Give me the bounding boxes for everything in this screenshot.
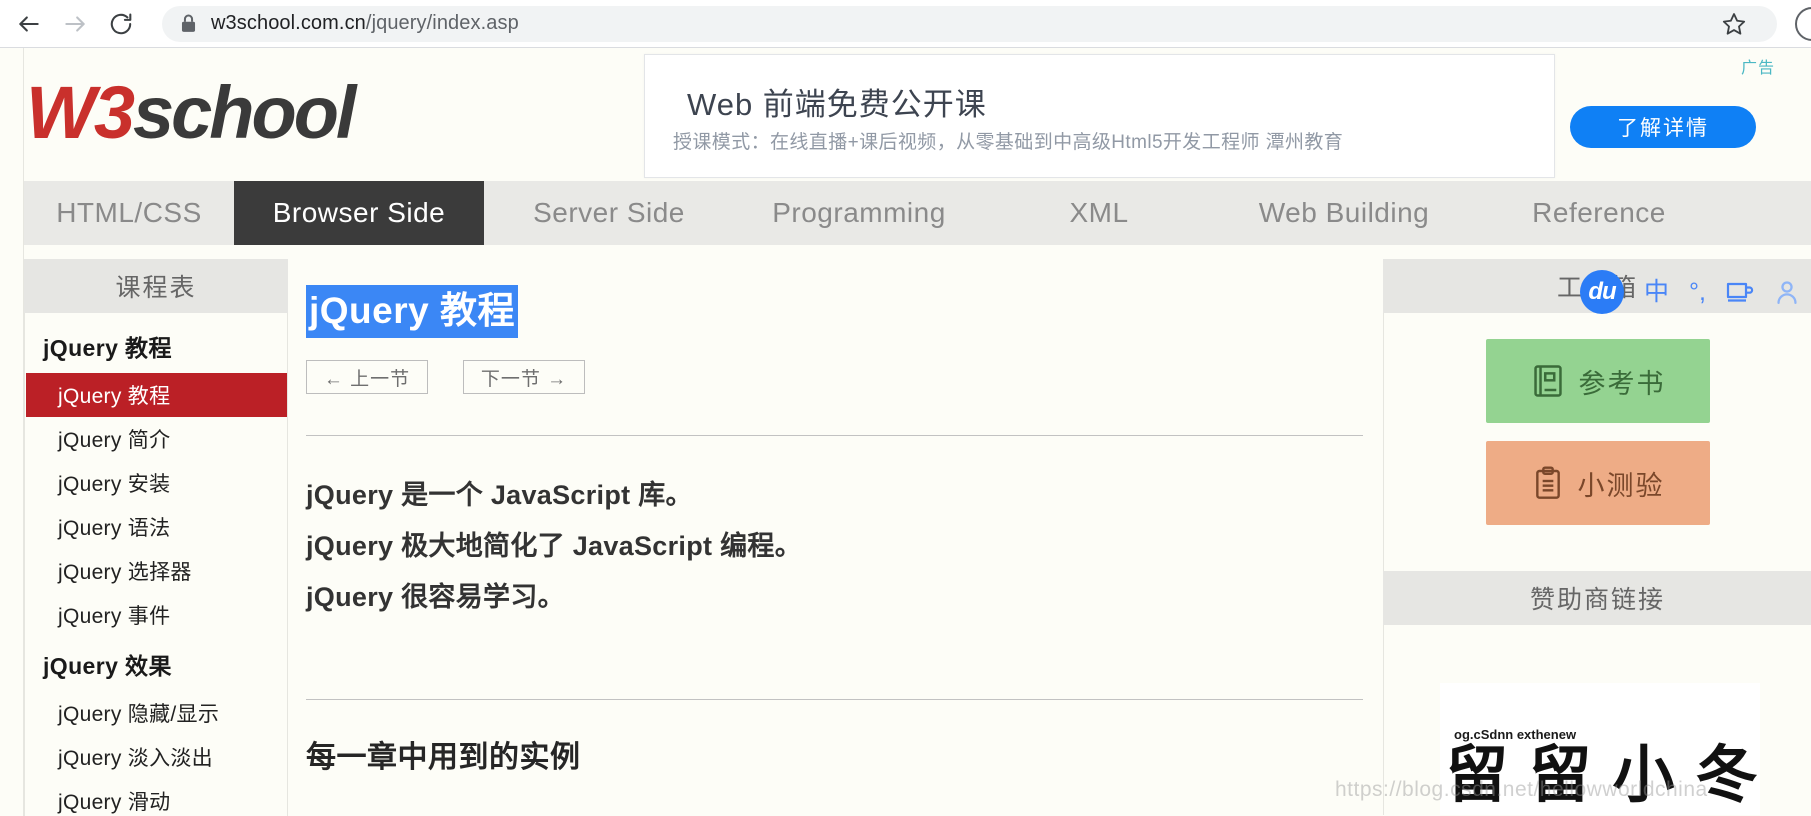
sponsor-banner-image[interactable]: og.cSdnn exthenew 留 留 小 冬: [1440, 683, 1760, 815]
sponsor-banner-small-text: og.cSdnn exthenew: [1454, 727, 1577, 742]
nav-tab-browser-side[interactable]: Browser Side: [234, 181, 484, 245]
profile-avatar[interactable]: [1795, 6, 1811, 41]
browser-reload-button[interactable]: [98, 1, 144, 47]
logo-school-text: school: [133, 71, 356, 154]
toolbox-card-label: 小测验: [1577, 470, 1665, 501]
article-paragraph-2: jQuery 极大地简化了 JavaScript 编程。: [306, 531, 803, 561]
article-paragraph-3: jQuery 很容易学习。: [306, 582, 565, 612]
punctuation-icon[interactable]: °,: [1689, 279, 1706, 305]
back-arrow-icon: [16, 11, 42, 37]
previous-section-button[interactable]: ← 上一节: [306, 360, 428, 394]
article-section-heading: 每一章中用到的实例: [306, 741, 581, 774]
address-bar-url: w3school.com.cn/jquery/index.asp: [211, 12, 519, 35]
browser-back-button[interactable]: [6, 1, 52, 47]
sidebar-item-jquery-selectors[interactable]: jQuery 选择器: [25, 549, 287, 593]
chinese-input-icon[interactable]: 中: [1644, 279, 1669, 305]
sponsor-title: 赞助商链接: [1383, 571, 1811, 625]
ad-title: Web 前端免费公开课: [687, 87, 987, 122]
web-page: W3school Web 前端免费公开课 授课模式：在线直播+课后视频，从零基础…: [0, 48, 1811, 816]
nav-tab-html-css[interactable]: HTML/CSS: [24, 181, 234, 245]
reload-icon: [108, 11, 134, 37]
toolbox-card-label: 参考书: [1578, 368, 1666, 399]
logo-w3-text: W3: [26, 71, 135, 154]
sidebar-title: 课程表: [24, 259, 288, 313]
toolbox-card-reference-book[interactable]: 参考书: [1486, 339, 1710, 423]
pagination-controls: ← 上一节 下一节 →: [306, 360, 585, 394]
right-sidebar: 工具箱 参考书: [1383, 259, 1811, 816]
sidebar-item-jquery-install[interactable]: jQuery 安装: [25, 461, 287, 505]
url-path: /jquery/index.asp: [365, 12, 519, 34]
sidebar-item-jquery-fade[interactable]: jQuery 淡入淡出: [25, 735, 287, 779]
sidebar-item-jquery-syntax[interactable]: jQuery 语法: [25, 505, 287, 549]
lock-icon: [180, 14, 197, 33]
divider-bottom: [306, 699, 1363, 700]
next-section-button[interactable]: 下一节 →: [463, 360, 585, 394]
nav-tab-reference[interactable]: Reference: [1474, 181, 1724, 245]
article-paragraph-1: jQuery 是一个 JavaScript 库。: [306, 480, 693, 510]
nav-tab-xml[interactable]: XML: [984, 181, 1214, 245]
sidebar-item-jquery-slide[interactable]: jQuery 滑动: [25, 779, 287, 816]
baidu-ime-toolbar: du 中 °,: [1580, 270, 1800, 314]
sidebar-item-jquery-hide-show[interactable]: jQuery 隐藏/显示: [25, 691, 287, 735]
toolbox-panel: 参考书 小测验: [1383, 313, 1811, 571]
address-bar[interactable]: w3school.com.cn/jquery/index.asp: [162, 5, 1777, 42]
site-header: W3school Web 前端免费公开课 授课模式：在线直播+课后视频，从零基础…: [24, 48, 1811, 181]
main-navigation: HTML/CSS Browser Side Server Side Progra…: [24, 181, 1811, 245]
ad-label: 广告: [1741, 60, 1776, 77]
divider-top: [306, 435, 1363, 436]
sponsor-links-panel: og.cSdnn exthenew 留 留 小 冬: [1383, 625, 1811, 815]
browser-chrome: w3school.com.cn/jquery/index.asp: [0, 0, 1811, 48]
sidebar-group-jquery-effects: jQuery 效果: [43, 653, 172, 679]
sidebar-item-jquery-events[interactable]: jQuery 事件: [25, 593, 287, 637]
article-column: jQuery 教程 ← 上一节 下一节 → jQuery 是一个 JavaScr…: [288, 245, 1383, 816]
nav-tab-server-side[interactable]: Server Side: [484, 181, 734, 245]
w3school-logo[interactable]: W3school: [26, 76, 356, 150]
clipboard-icon: [1532, 465, 1564, 501]
content-area: 课程表 jQuery 教程 jQuery 教程 jQuery 简介 jQuery…: [24, 245, 1811, 816]
ad-subtitle: 授课模式：在线直播+课后视频，从零基础到中高级Html5开发工程师 潭州教育: [673, 132, 1344, 153]
url-host: w3school.com.cn: [211, 12, 366, 34]
soft-keyboard-icon[interactable]: [1726, 280, 1754, 304]
forward-arrow-icon: [62, 11, 88, 37]
page-title: jQuery 教程: [306, 285, 518, 339]
baidu-logo-icon[interactable]: du: [1580, 270, 1624, 314]
browser-forward-button[interactable]: [52, 1, 98, 47]
sidebar-item-jquery-tutorial[interactable]: jQuery 教程: [26, 373, 287, 417]
sidebar-menu: jQuery 教程 jQuery 教程 jQuery 简介 jQuery 安装 …: [24, 313, 288, 816]
advertisement-banner[interactable]: Web 前端免费公开课 授课模式：在线直播+课后视频，从零基础到中高级Html5…: [644, 54, 1555, 178]
toolbox-card-quiz[interactable]: 小测验: [1486, 441, 1710, 525]
page-content: W3school Web 前端免费公开课 授课模式：在线直播+课后视频，从零基础…: [23, 48, 1811, 816]
sponsor-banner-glyphs: 留 留 小 冬: [1446, 741, 1760, 810]
nav-tab-programming[interactable]: Programming: [734, 181, 984, 245]
left-sidebar: 课程表 jQuery 教程 jQuery 教程 jQuery 简介 jQuery…: [24, 259, 288, 816]
nav-tab-web-building[interactable]: Web Building: [1214, 181, 1474, 245]
person-icon[interactable]: [1774, 279, 1800, 305]
ad-cta-button[interactable]: 了解详情: [1570, 106, 1756, 148]
sidebar-item-jquery-intro[interactable]: jQuery 简介: [25, 417, 287, 461]
sidebar-group-jquery-tutorial: jQuery 教程: [43, 335, 172, 361]
bookmark-star-icon[interactable]: [1721, 11, 1747, 37]
book-icon: [1531, 363, 1565, 399]
